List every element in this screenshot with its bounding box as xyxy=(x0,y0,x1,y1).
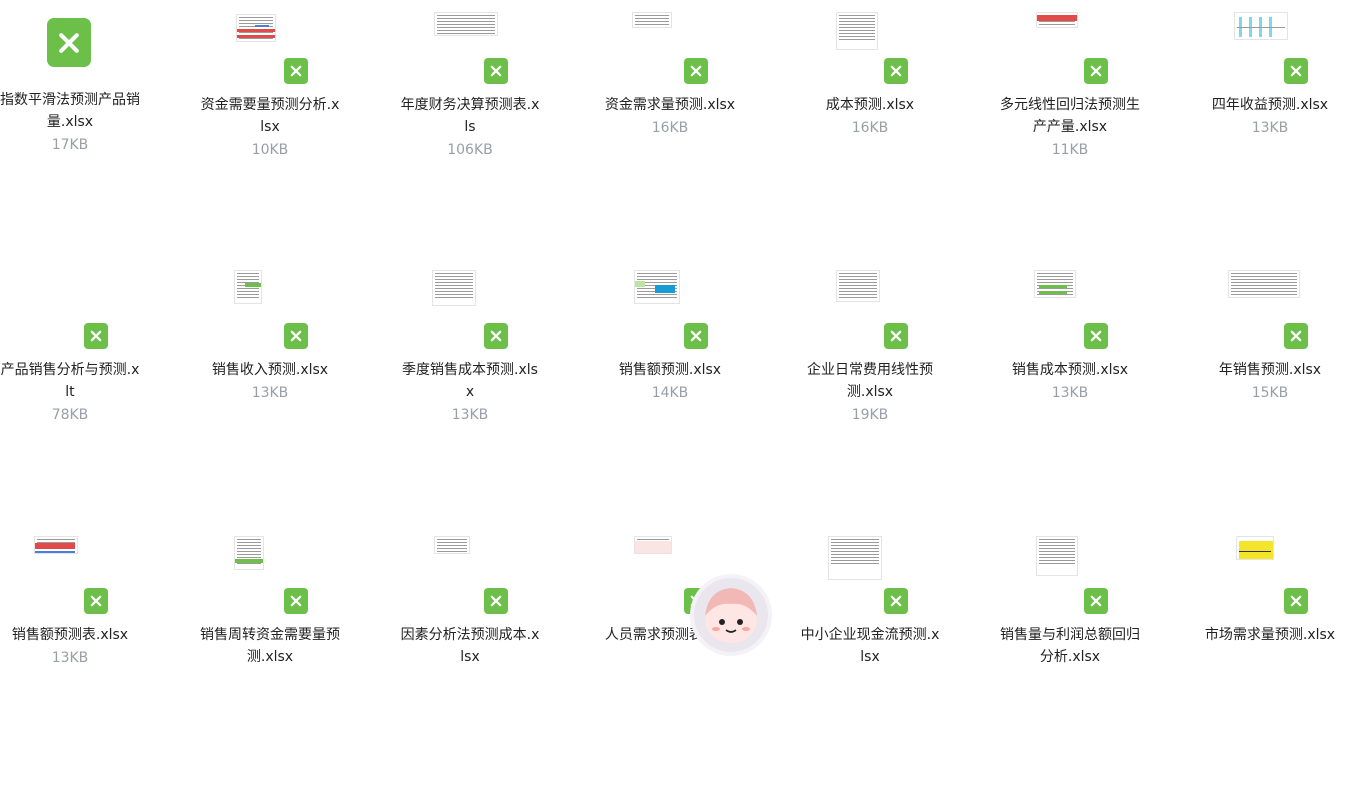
file-size: 15KB xyxy=(1251,385,1289,401)
file-name: 企业日常费用线性预测.xlsx xyxy=(807,362,933,400)
excel-badge-icon xyxy=(1284,58,1308,84)
file-preview-thumbnail xyxy=(1228,270,1300,298)
file-preview-thumbnail xyxy=(836,12,878,50)
file-size: 17KB xyxy=(51,137,89,153)
excel-badge-icon xyxy=(284,323,308,349)
excel-badge-icon xyxy=(484,323,508,349)
file-name: 资金需要量预测分析.xlsx xyxy=(200,97,340,135)
file-item[interactable]: 指数平滑法预测产品销量.xlsx 17KB xyxy=(0,0,200,265)
excel-badge-icon xyxy=(1084,58,1108,84)
file-preview-thumbnail xyxy=(234,270,262,304)
file-name: 多元线性回归法预测生产产量.xlsx xyxy=(1000,97,1140,135)
file-preview-thumbnail xyxy=(1236,536,1274,560)
file-preview-thumbnail xyxy=(1234,12,1288,40)
excel-badge-icon xyxy=(84,323,108,349)
file-item[interactable]: 年度财务决算预测表.xls 106KB xyxy=(400,0,600,265)
file-item[interactable]: 市场需求量预测.xlsx xyxy=(1200,530,1350,795)
file-item[interactable]: 销售周转资金需要量预测.xlsx xyxy=(200,530,400,795)
file-name: 成本预测.xlsx xyxy=(825,97,915,113)
file-name: 中小企业现金流预测.xlsx xyxy=(800,627,940,665)
file-item[interactable]: 年销售预测.xlsx 15KB xyxy=(1200,265,1350,530)
file-item[interactable]: 四年收益预测.xlsx 13KB xyxy=(1200,0,1350,265)
file-item[interactable]: 多元线性回归法预测生产产量.xlsx 11KB xyxy=(1000,0,1200,265)
file-name: 销售成本预测.xlsx xyxy=(1011,362,1129,378)
file-name: 因素分析法预测成本.xlsx xyxy=(400,627,540,665)
excel-badge-icon xyxy=(684,58,708,84)
excel-badge-icon xyxy=(1084,588,1108,614)
excel-badge-icon xyxy=(1084,323,1108,349)
file-item[interactable]: 销售额预测表.xlsx 13KB xyxy=(0,530,200,795)
file-item[interactable]: 企业日常费用线性预测.xlsx 19KB xyxy=(800,265,1000,530)
file-preview-thumbnail xyxy=(434,12,498,36)
file-preview-thumbnail xyxy=(1036,12,1078,28)
file-item[interactable]: 季度销售成本预测.xlsx 13KB xyxy=(400,265,600,530)
file-item[interactable]: 因素分析法预测成本.xlsx xyxy=(400,530,600,795)
file-size: 13KB xyxy=(451,407,489,423)
excel-badge-icon xyxy=(484,588,508,614)
excel-badge-icon xyxy=(484,58,508,84)
file-size: 13KB xyxy=(51,650,89,666)
file-item[interactable]: 产品销售分析与预测.xlt 78KB xyxy=(0,265,200,530)
file-size: 10KB xyxy=(251,142,289,158)
file-item[interactable]: 销售量与利润总额回归分析.xlsx xyxy=(1000,530,1200,795)
file-item[interactable]: 人员需求预测表.xlsx xyxy=(600,530,800,795)
file-name: 销售额预测.xlsx xyxy=(618,362,722,378)
excel-file-icon xyxy=(47,18,91,67)
file-size: 78KB xyxy=(51,407,89,423)
file-preview-thumbnail xyxy=(432,270,476,306)
excel-badge-icon xyxy=(884,58,908,84)
file-size: 19KB xyxy=(851,407,889,423)
file-preview-thumbnail xyxy=(236,14,276,42)
file-preview-thumbnail xyxy=(434,536,470,554)
excel-badge-icon xyxy=(84,588,108,614)
file-item[interactable]: 资金需求量预测.xlsx 16KB xyxy=(600,0,800,265)
file-preview-thumbnail xyxy=(234,536,264,570)
file-size: 106KB xyxy=(447,142,493,158)
excel-badge-icon xyxy=(284,58,308,84)
excel-badge-icon xyxy=(884,323,908,349)
file-item[interactable]: 销售成本预测.xlsx 13KB xyxy=(1000,265,1200,530)
file-name: 销售收入预测.xlsx xyxy=(211,362,329,378)
file-grid: 指数平滑法预测产品销量.xlsx 17KB 资金需要量预测分析.xlsx 10KB 年度… xyxy=(0,0,1350,666)
file-size: 16KB xyxy=(851,120,889,136)
file-item[interactable]: 资金需要量预测分析.xlsx 10KB xyxy=(200,0,400,265)
file-name: 年度财务决算预测表.xls xyxy=(400,97,540,135)
file-name: 市场需求量预测.xlsx xyxy=(1204,627,1336,643)
file-name: 年销售预测.xlsx xyxy=(1218,362,1322,378)
file-preview-thumbnail xyxy=(632,12,672,28)
file-preview-thumbnail xyxy=(634,270,680,304)
file-size: 13KB xyxy=(1251,120,1289,136)
file-name: 销售周转资金需要量预测.xlsx xyxy=(200,627,340,665)
file-name: 销售量与利润总额回归分析.xlsx xyxy=(1000,627,1140,665)
file-preview-thumbnail xyxy=(1034,270,1076,298)
file-size: 13KB xyxy=(1051,385,1089,401)
file-item[interactable]: 中小企业现金流预测.xlsx xyxy=(800,530,1000,795)
file-name: 四年收益预测.xlsx xyxy=(1211,97,1329,113)
file-name: 产品销售分析与预测.xlt xyxy=(0,362,140,400)
file-size: 16KB xyxy=(651,120,689,136)
file-name: 销售额预测表.xlsx xyxy=(11,627,129,643)
excel-badge-icon xyxy=(1284,588,1308,614)
excel-badge-icon xyxy=(284,588,308,614)
file-name: 资金需求量预测.xlsx xyxy=(604,97,736,113)
file-item[interactable]: 销售额预测.xlsx 14KB xyxy=(600,265,800,530)
file-preview-thumbnail xyxy=(1036,536,1078,576)
file-item[interactable]: 销售收入预测.xlsx 13KB xyxy=(200,265,400,530)
file-preview-thumbnail xyxy=(34,536,78,554)
file-size: 14KB xyxy=(651,385,689,401)
file-preview-thumbnail xyxy=(828,536,882,580)
excel-badge-icon xyxy=(684,323,708,349)
excel-badge-icon xyxy=(884,588,908,614)
file-preview-thumbnail xyxy=(836,270,880,302)
file-size: 11KB xyxy=(1051,142,1089,158)
file-size: 13KB xyxy=(251,385,289,401)
file-name: 季度销售成本预测.xlsx xyxy=(402,362,538,400)
assistant-mascot-icon[interactable] xyxy=(688,572,774,658)
excel-badge-icon xyxy=(1284,323,1308,349)
file-preview-thumbnail xyxy=(634,536,672,554)
file-item[interactable]: 成本预测.xlsx 16KB xyxy=(800,0,1000,265)
file-name: 指数平滑法预测产品销量.xlsx xyxy=(0,92,140,130)
